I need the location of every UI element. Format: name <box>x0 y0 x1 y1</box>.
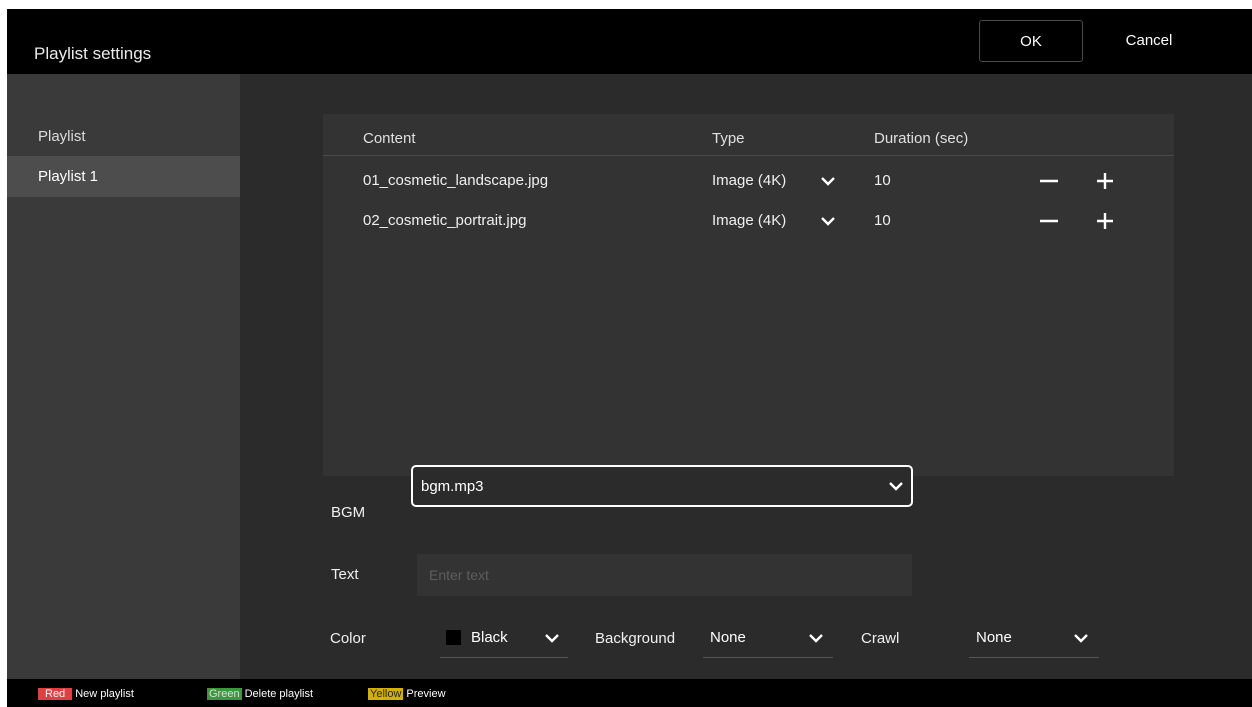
footer-key-legend: Red New playlist Green Delete playlist Yel… <box>7 679 1252 707</box>
content-cell: 02_cosmetic_portrait.jpg <box>363 212 527 229</box>
table-row[interactable]: 01_cosmetic_landscape.jpg Image (4K) 10 <box>323 160 1174 200</box>
green-key-badge: Green <box>207 688 242 700</box>
background-dropdown[interactable]: None <box>703 617 833 658</box>
content-table: Content Type Duration (sec) 01_cosmetic_… <box>323 114 1174 476</box>
chevron-down-icon <box>1072 629 1090 647</box>
playlist-settings-screen: Playlist settings OK Cancel Playlist Pla… <box>7 9 1252 707</box>
yellow-key-label: Preview <box>406 688 446 700</box>
header-divider <box>323 155 1174 156</box>
crawl-dropdown[interactable]: None <box>969 617 1099 658</box>
duration-value: 10 <box>874 212 891 229</box>
bgm-dropdown[interactable]: bgm.mp3 <box>411 465 913 507</box>
column-header-duration: Duration (sec) <box>874 130 969 147</box>
crawl-value: None <box>976 629 1012 646</box>
sidebar-item-label: Playlist 1 <box>38 168 99 185</box>
duration-value: 10 <box>874 172 891 189</box>
color-label: Color <box>330 630 366 647</box>
cancel-button[interactable]: Cancel <box>1097 20 1201 62</box>
red-key-label: New playlist <box>75 688 134 700</box>
chevron-down-icon[interactable] <box>819 212 837 230</box>
text-label: Text <box>331 566 359 583</box>
ok-button[interactable]: OK <box>979 20 1083 62</box>
color-swatch <box>446 630 461 645</box>
background-label: Background <box>595 630 676 647</box>
header-bar: Playlist settings OK Cancel <box>7 9 1252 74</box>
chevron-down-icon <box>543 629 561 647</box>
minus-icon[interactable] <box>1039 171 1059 191</box>
plus-icon[interactable] <box>1095 171 1115 191</box>
background-value: None <box>710 629 746 646</box>
bgm-label: BGM <box>331 504 366 521</box>
minus-icon[interactable] <box>1039 211 1059 231</box>
green-key-label: Delete playlist <box>244 688 314 700</box>
content-cell: 01_cosmetic_landscape.jpg <box>363 172 549 189</box>
color-dropdown[interactable]: Black <box>440 617 568 658</box>
bgm-value: bgm.mp3 <box>421 478 484 495</box>
sidebar-item-playlist-1[interactable]: Playlist 1 <box>7 156 240 197</box>
column-header-type: Type <box>712 130 745 147</box>
type-dropdown[interactable]: Image (4K) <box>712 172 786 189</box>
crawl-label: Crawl <box>861 630 900 647</box>
text-input[interactable] <box>417 554 912 596</box>
sidebar: Playlist Playlist 1 <box>7 74 240 679</box>
footer-key-red[interactable]: Red New playlist <box>38 688 134 700</box>
plus-icon[interactable] <box>1095 211 1115 231</box>
table-row[interactable]: 02_cosmetic_portrait.jpg Image (4K) 10 <box>323 200 1174 240</box>
sidebar-heading: Playlist <box>38 128 86 145</box>
page-title: Playlist settings <box>34 44 152 63</box>
chevron-down-icon <box>887 477 905 495</box>
red-key-badge: Red <box>38 688 73 700</box>
chevron-down-icon <box>807 629 825 647</box>
column-header-content: Content <box>363 130 416 147</box>
footer-key-yellow[interactable]: Yellow Preview <box>368 688 446 700</box>
yellow-key-badge: Yellow <box>368 688 404 700</box>
color-value: Black <box>471 629 508 646</box>
type-dropdown[interactable]: Image (4K) <box>712 212 786 229</box>
chevron-down-icon[interactable] <box>819 172 837 190</box>
footer-key-green[interactable]: Green Delete playlist <box>207 688 313 700</box>
